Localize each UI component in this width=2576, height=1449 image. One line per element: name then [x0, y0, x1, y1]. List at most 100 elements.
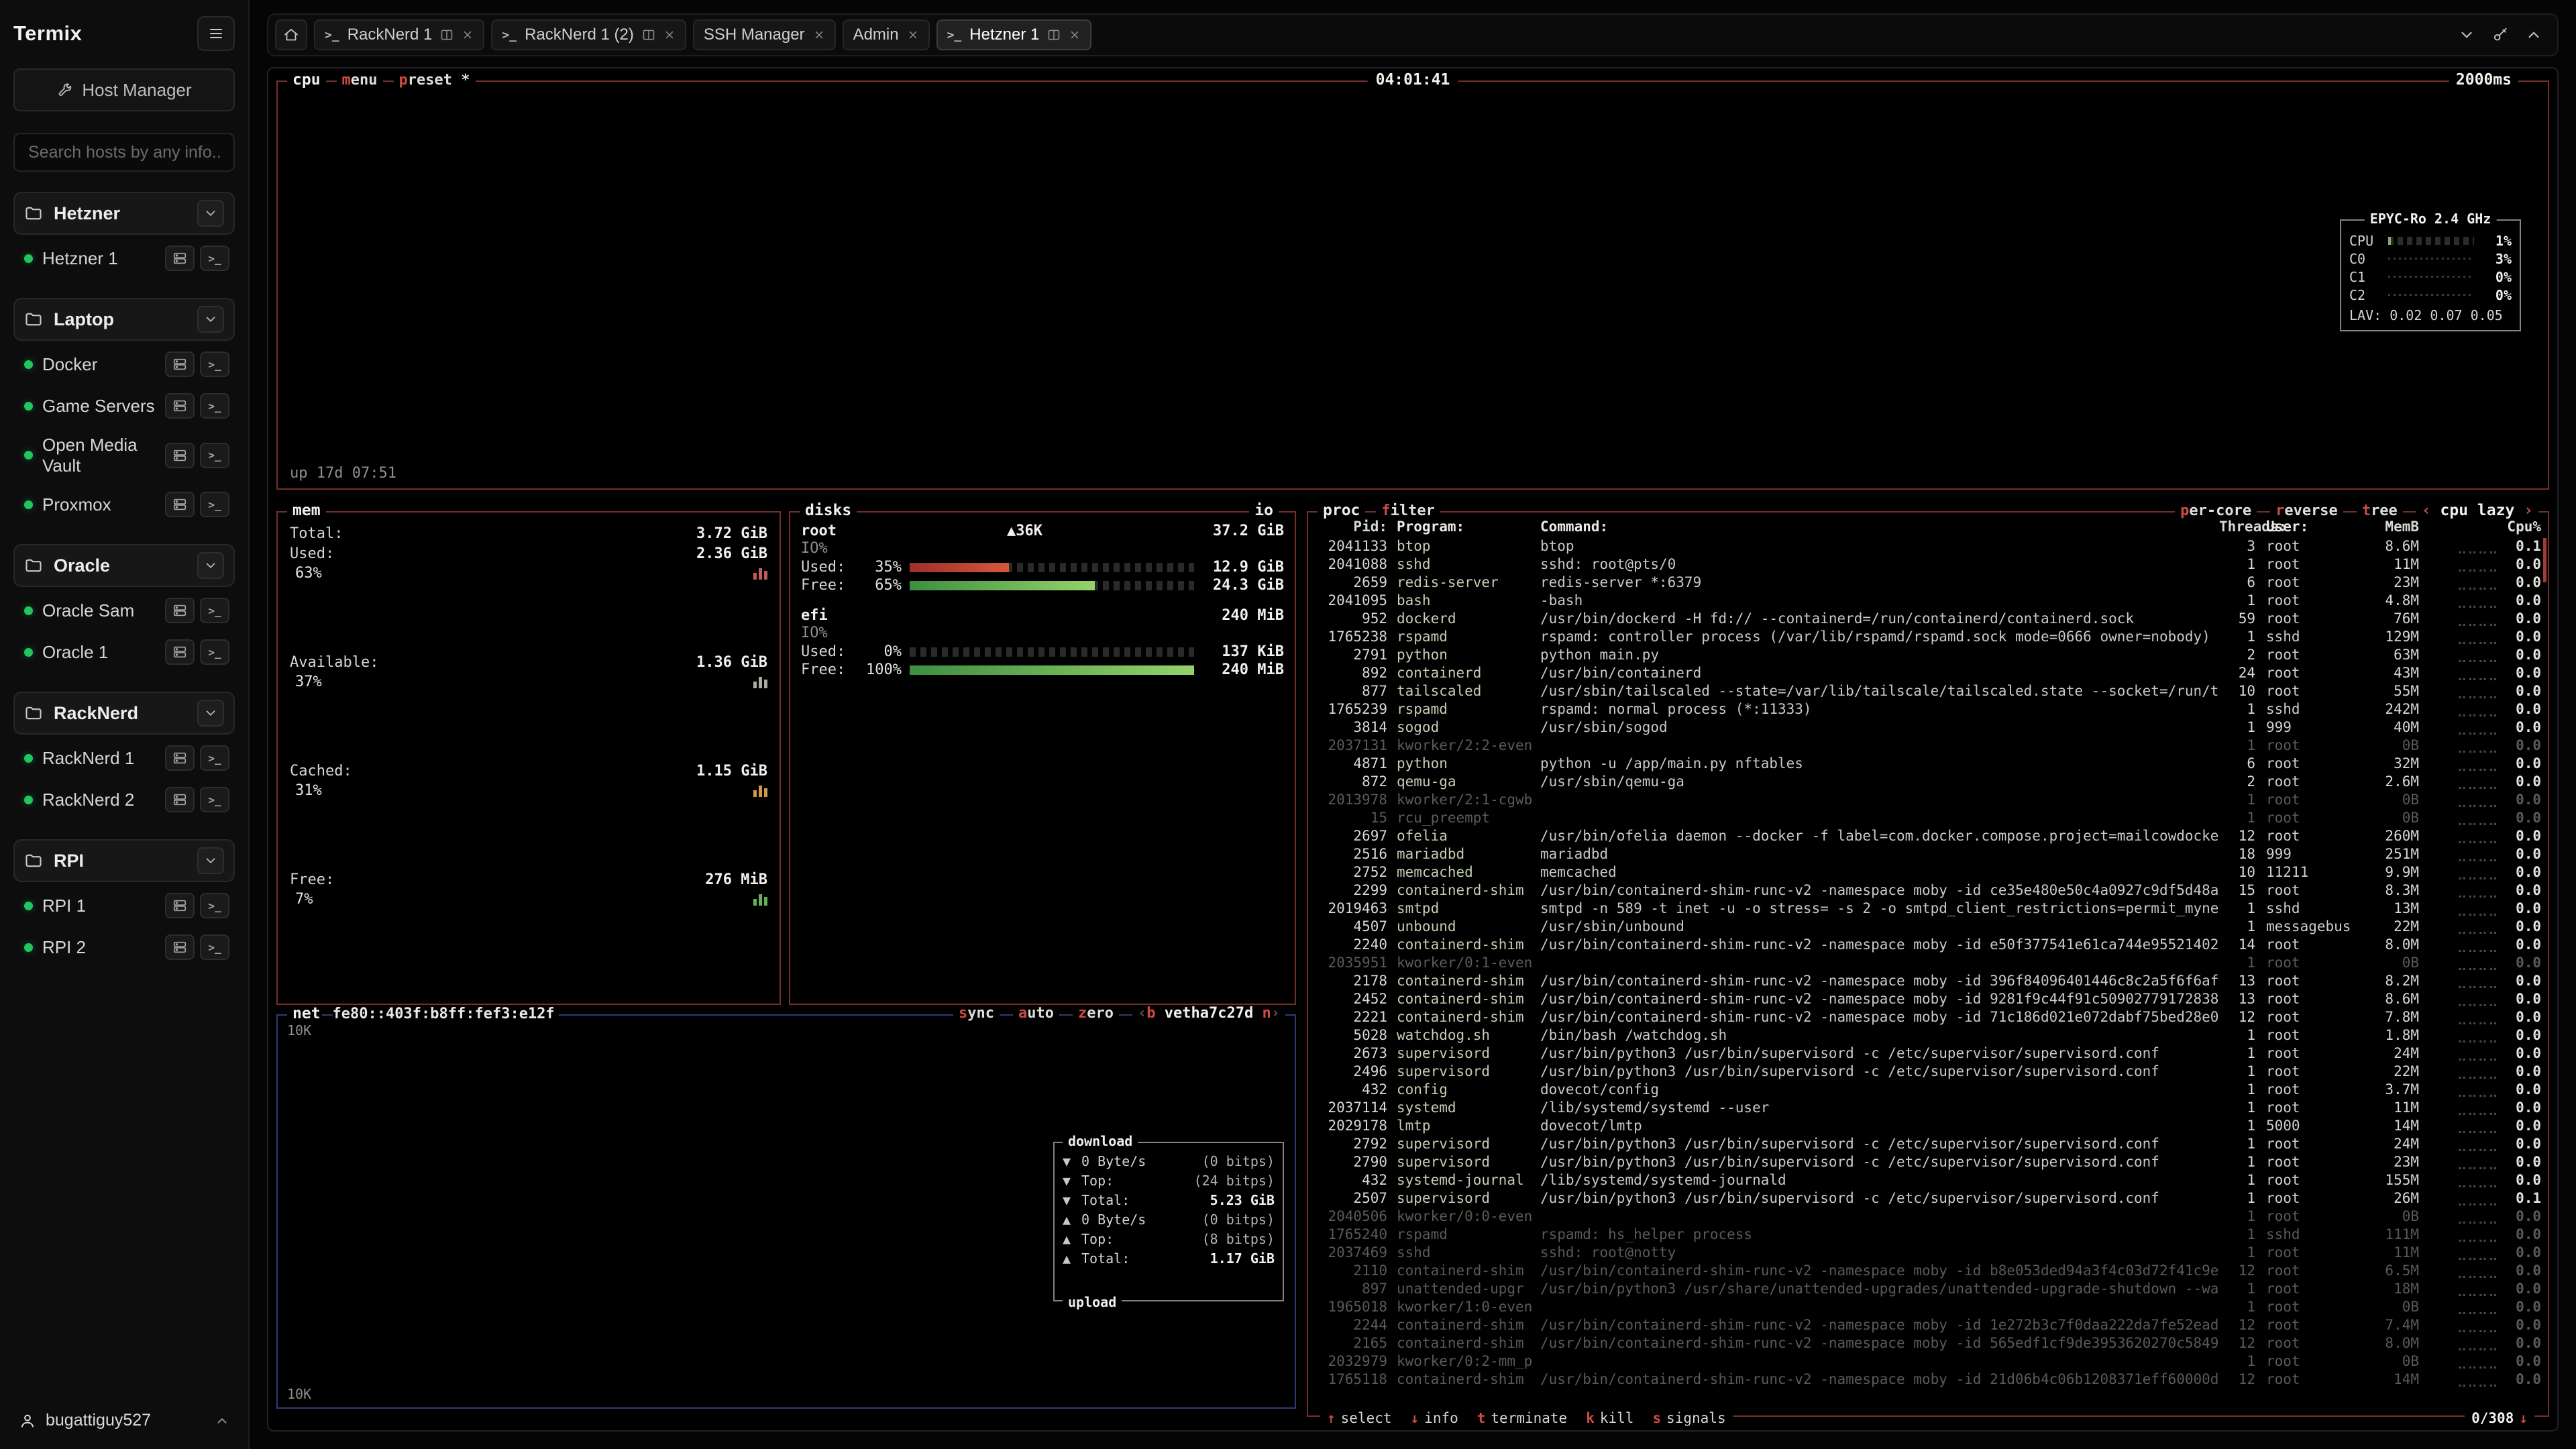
process-row[interactable]: 2221containerd-shim/usr/bin/containerd-s…	[1315, 1008, 2541, 1026]
host-item[interactable]: Docker >_	[19, 343, 235, 385]
process-row[interactable]: 2178containerd-shim/usr/bin/containerd-s…	[1315, 972, 2541, 990]
host-manager-button[interactable]: Host Manager	[13, 68, 235, 111]
process-row[interactable]: 1765238rspamdrspamd: controller process …	[1315, 628, 2541, 646]
host-group-header[interactable]: RPI	[13, 839, 235, 882]
host-terminal-button[interactable]: >_	[200, 787, 229, 812]
process-row[interactable]: 2240containerd-shim/usr/bin/containerd-s…	[1315, 936, 2541, 954]
chevron-down-icon[interactable]	[197, 847, 224, 874]
host-terminal-button[interactable]: >_	[200, 639, 229, 665]
tab-split-button[interactable]	[440, 28, 453, 42]
process-row[interactable]: 432configdovecot/config1root3.7M0.0	[1315, 1081, 2541, 1099]
host-terminal-button[interactable]: >_	[200, 352, 229, 377]
process-row[interactable]: 2452containerd-shim/usr/bin/containerd-s…	[1315, 990, 2541, 1008]
process-row[interactable]: 2037131kworker/2:2-even1root0B0.0	[1315, 737, 2541, 755]
proc-scrollbar[interactable]	[2543, 538, 2546, 582]
proc-footer-keys[interactable]: ↑select↓infotterminatekkillssignals	[1320, 1410, 1733, 1426]
host-item[interactable]: Proxmox >_	[19, 484, 235, 525]
process-row[interactable]: 2516mariadbdmariadbd18999251M0.0	[1315, 845, 2541, 863]
host-search-input[interactable]	[13, 133, 235, 172]
tab-close-button[interactable]	[462, 29, 474, 41]
host-item[interactable]: RackNerd 2 >_	[19, 779, 235, 820]
host-item[interactable]: Hetzner 1 >_	[19, 237, 235, 279]
host-terminal-button[interactable]: >_	[200, 393, 229, 419]
process-row[interactable]: 2019463smtpdsmtpd -n 589 -t inet -u -o s…	[1315, 900, 2541, 918]
chevron-down-icon[interactable]	[197, 552, 224, 579]
process-row[interactable]: 2165containerd-shim/usr/bin/containerd-s…	[1315, 1334, 2541, 1352]
home-button[interactable]	[275, 19, 307, 50]
process-row[interactable]: 2040506kworker/0:0-even1root0B0.0	[1315, 1208, 2541, 1226]
process-row[interactable]: 2041088sshdsshd: root@pts/01root11M0.0	[1315, 555, 2541, 574]
process-row[interactable]: 15rcu_preempt1root0B0.0	[1315, 809, 2541, 827]
process-row[interactable]: 2752memcachedmemcached10112119.9M0.0	[1315, 863, 2541, 881]
tab-split-button[interactable]	[1047, 28, 1061, 42]
process-row[interactable]: 952dockerd/usr/bin/dockerd -H fd:// --co…	[1315, 610, 2541, 628]
host-server-button[interactable]	[165, 934, 195, 960]
host-item[interactable]: Game Servers >_	[19, 385, 235, 427]
tab[interactable]: >_ RackNerd 1 (2)	[491, 19, 686, 50]
process-row[interactable]: 2110containerd-shim/usr/bin/containerd-s…	[1315, 1262, 2541, 1280]
process-row[interactable]: 2013978kworker/2:1-cgwb1root0B0.0	[1315, 791, 2541, 809]
host-terminal-button[interactable]: >_	[200, 745, 229, 771]
host-terminal-button[interactable]: >_	[200, 934, 229, 960]
process-row[interactable]: 2507supervisord/usr/bin/python3 /usr/bin…	[1315, 1189, 2541, 1208]
process-row[interactable]: 2037469sshdsshd: root@notty1root11M0.0	[1315, 1244, 2541, 1262]
process-row[interactable]: 2659redis-serverredis-server *:63796root…	[1315, 574, 2541, 592]
host-terminal-button[interactable]: >_	[200, 246, 229, 271]
host-server-button[interactable]	[165, 352, 195, 377]
host-server-button[interactable]	[165, 393, 195, 419]
host-terminal-button[interactable]: >_	[200, 492, 229, 517]
host-group-header[interactable]: Hetzner	[13, 192, 235, 235]
process-row[interactable]: 2244containerd-shim/usr/bin/containerd-s…	[1315, 1316, 2541, 1334]
tab[interactable]: >_ Admin	[843, 19, 930, 50]
user-menu[interactable]: bugattiguy527	[13, 1404, 235, 1437]
process-row[interactable]: 2496supervisord/usr/bin/python3 /usr/bin…	[1315, 1063, 2541, 1081]
process-row[interactable]: 2032979kworker/0:2-mm_p1root0B0.0	[1315, 1352, 2541, 1371]
process-row[interactable]: 872qemu-ga/usr/sbin/qemu-ga2root2.6M0.0	[1315, 773, 2541, 791]
process-row[interactable]: 1965018kworker/1:0-even1root0B0.0	[1315, 1298, 2541, 1316]
process-row[interactable]: 2792supervisord/usr/bin/python3 /usr/bin…	[1315, 1135, 2541, 1153]
disks-io-toggle[interactable]: io	[1249, 502, 1279, 519]
process-row[interactable]: 2035951kworker/0:1-even1root0B0.0	[1315, 954, 2541, 972]
tab[interactable]: >_ RackNerd 1	[314, 19, 484, 50]
host-server-button[interactable]	[165, 893, 195, 918]
process-row[interactable]: 877tailscaled/usr/sbin/tailscaled --stat…	[1315, 682, 2541, 700]
cpu-box-options[interactable]: menupreset *	[337, 72, 476, 89]
process-row[interactable]: 2673supervisord/usr/bin/python3 /usr/bin…	[1315, 1044, 2541, 1063]
chevron-down-icon[interactable]	[197, 200, 224, 227]
key-icon[interactable]	[2490, 25, 2510, 45]
host-server-button[interactable]	[165, 246, 195, 271]
host-server-button[interactable]	[165, 787, 195, 812]
host-server-button[interactable]	[165, 745, 195, 771]
host-terminal-button[interactable]: >_	[200, 443, 229, 468]
host-terminal-button[interactable]: >_	[200, 598, 229, 623]
process-row[interactable]: 3814sogod/usr/sbin/sogod199940M0.0	[1315, 718, 2541, 737]
host-item[interactable]: RackNerd 1 >_	[19, 737, 235, 779]
host-server-button[interactable]	[165, 492, 195, 517]
sidebar-menu-button[interactable]	[197, 16, 235, 51]
tab[interactable]: >_ Hetzner 1	[936, 19, 1092, 50]
process-row[interactable]: 1765240rspamdrspamd: hs_helper process1s…	[1315, 1226, 2541, 1244]
host-group-header[interactable]: Laptop	[13, 298, 235, 341]
host-terminal-button[interactable]: >_	[200, 893, 229, 918]
process-row[interactable]: 2041095bash-bash1root4.8M0.0	[1315, 592, 2541, 610]
tab-close-button[interactable]	[663, 29, 676, 41]
process-row[interactable]: 1765239rspamdrspamd: normal process (*:1…	[1315, 700, 2541, 718]
process-row[interactable]: 2790supervisord/usr/bin/python3 /usr/bin…	[1315, 1153, 2541, 1171]
process-row[interactable]: 4871pythonpython -u /app/main.py nftable…	[1315, 755, 2541, 773]
tab-close-button[interactable]	[1069, 29, 1081, 41]
chevron-down-icon[interactable]	[2457, 25, 2477, 45]
host-server-button[interactable]	[165, 443, 195, 468]
process-table[interactable]: 2041133btopbtop3root8.6M0.12041088sshdss…	[1315, 537, 2541, 1389]
chevron-down-icon[interactable]	[197, 306, 224, 333]
process-row[interactable]: 2697ofelia/usr/bin/ofelia daemon --docke…	[1315, 827, 2541, 845]
tab[interactable]: >_ SSH Manager	[693, 19, 836, 50]
tab-close-button[interactable]	[813, 29, 825, 41]
terminal-view[interactable]: cpu menupreset * 04:01:41 2000ms up 17d …	[267, 67, 2559, 1432]
process-row[interactable]: 892containerd/usr/bin/containerd24root43…	[1315, 664, 2541, 682]
host-server-button[interactable]	[165, 639, 195, 665]
process-row[interactable]: 432systemd-journal/lib/systemd/systemd-j…	[1315, 1171, 2541, 1189]
tab-split-button[interactable]	[642, 28, 655, 42]
host-item[interactable]: Oracle 1 >_	[19, 631, 235, 673]
process-row[interactable]: 897unattended-upgr/usr/bin/python3 /usr/…	[1315, 1280, 2541, 1298]
process-table-header[interactable]: Pid: Program: Command: Threads: User: Me…	[1315, 517, 2541, 537]
